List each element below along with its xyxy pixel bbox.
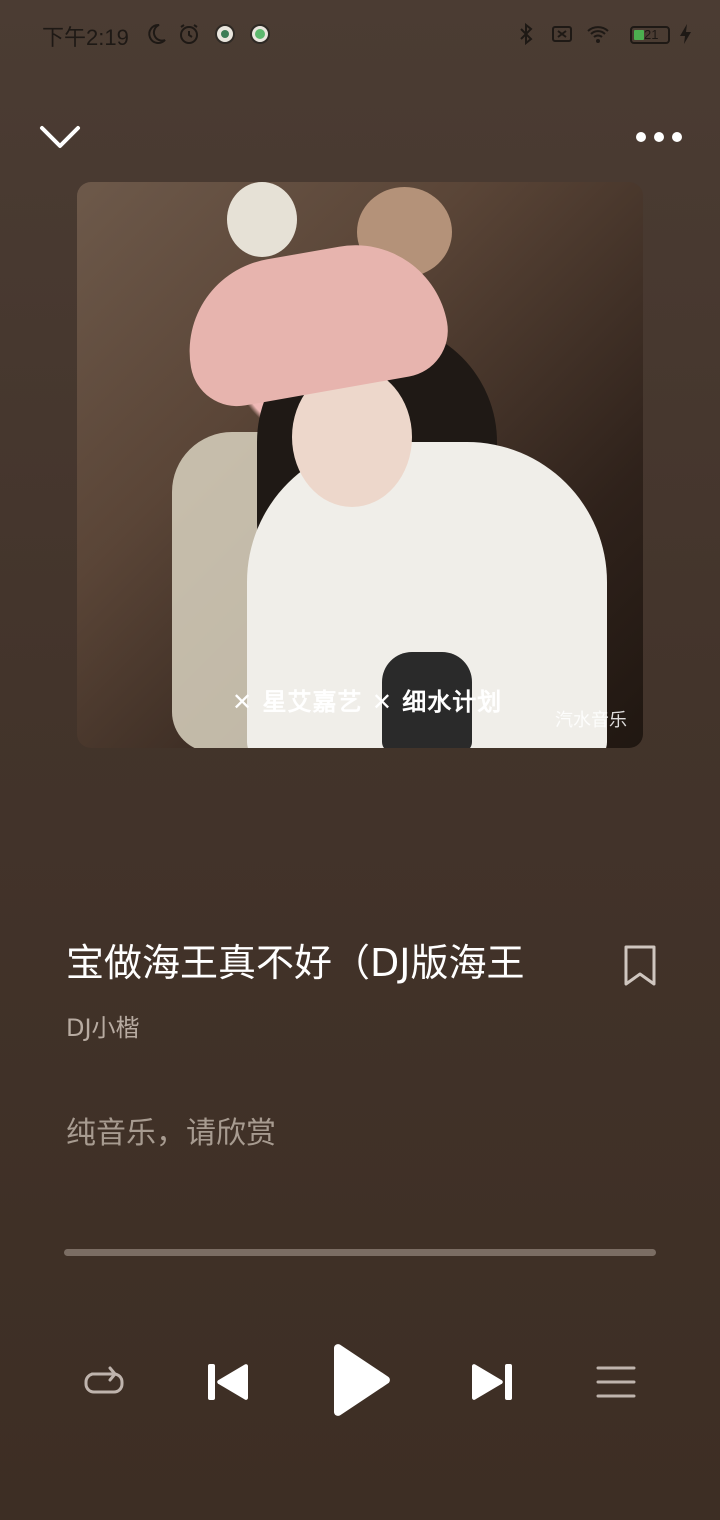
- battery-level: 21: [644, 27, 659, 42]
- song-title: 宝做海王真不好（DJ版海王: [66, 941, 525, 985]
- alarm-icon: [180, 24, 198, 44]
- status-bar: 下午2:19 21: [0, 0, 720, 70]
- album-cover: ✕ 星艾嘉艺 ✕ 细水计划 汽水音乐: [77, 182, 643, 748]
- previous-icon[interactable]: [204, 1360, 252, 1404]
- moon-icon: [148, 23, 166, 44]
- charging-icon: [680, 24, 691, 44]
- app-notification-icon: [215, 24, 235, 44]
- app-notification-icon-2: [250, 24, 270, 44]
- watermark: 汽水音乐: [555, 710, 627, 731]
- artist-name[interactable]: DJ小楷: [66, 1008, 140, 1043]
- next-icon[interactable]: [468, 1360, 516, 1404]
- sim-off-icon: [552, 26, 572, 42]
- queue-icon[interactable]: [592, 1360, 640, 1404]
- repeat-icon[interactable]: [80, 1360, 128, 1404]
- bookmark-icon[interactable]: [622, 944, 658, 988]
- play-icon[interactable]: [324, 1340, 394, 1420]
- album-overlay-text: ✕ 星艾嘉艺 ✕ 细水计划: [232, 688, 503, 716]
- progress-bar[interactable]: [64, 1249, 656, 1256]
- chevron-down-icon[interactable]: [38, 120, 82, 154]
- status-time: 下午2:19: [42, 25, 129, 50]
- more-dots-icon[interactable]: [636, 122, 682, 152]
- battery-icon: 21: [630, 26, 670, 44]
- wifi-icon: [587, 26, 609, 43]
- lyrics-placeholder: 纯音乐，请欣赏: [66, 1116, 276, 1151]
- bluetooth-icon: [520, 22, 533, 46]
